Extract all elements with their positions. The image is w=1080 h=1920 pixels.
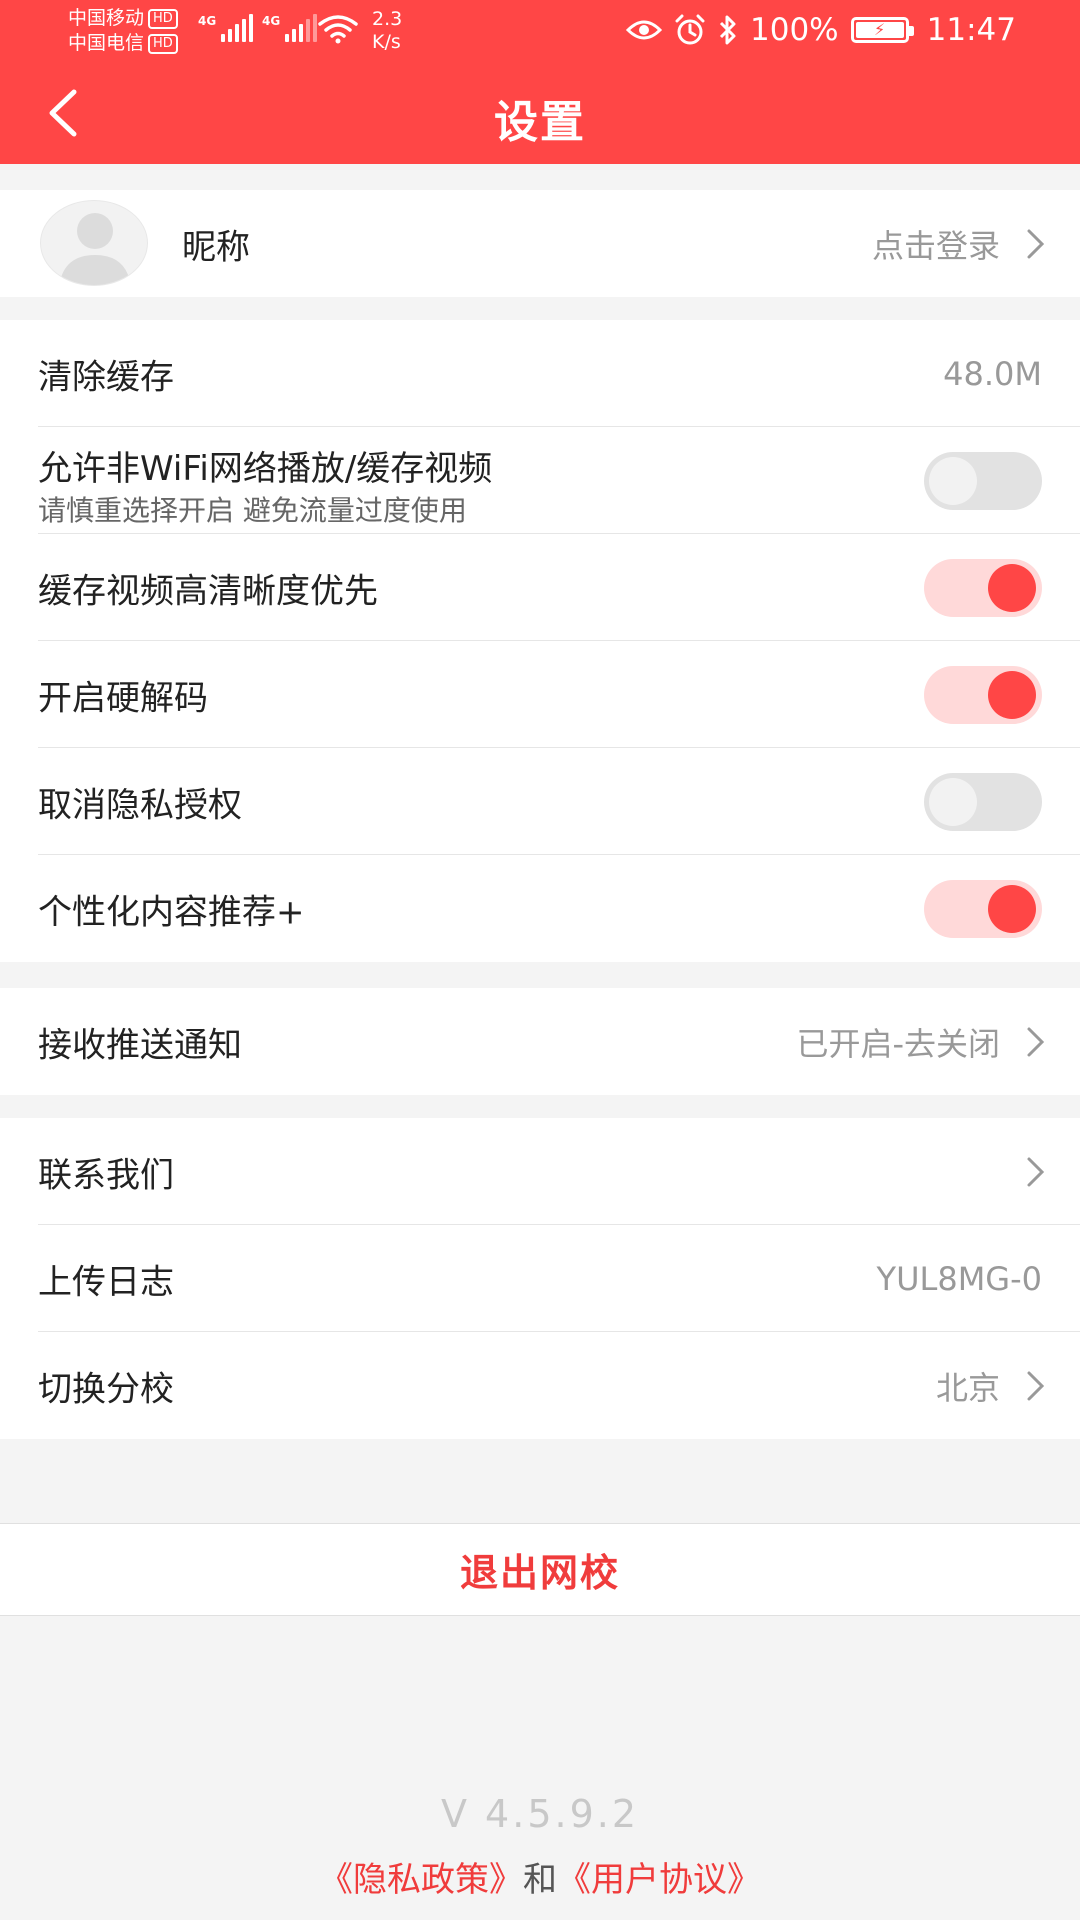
personal-toggle[interactable] — [924, 879, 1042, 938]
campus-value: 北京 — [935, 1368, 1000, 1407]
hd-first-label: 缓存视频高清晰度优先 — [38, 571, 378, 611]
bluetooth-icon — [719, 15, 736, 45]
upload-log-label: 上传日志 — [38, 1262, 174, 1302]
personal-label: 个性化内容推荐+ — [38, 892, 305, 932]
page-title: 设置 — [494, 97, 586, 148]
privacy-policy-link[interactable]: 《隐私政策》 — [319, 1860, 523, 1900]
top-bar: 中国移动 HD 中国电信 HD 4G 4G 2.3 K/s 100% ⚡ 11:… — [0, 0, 1080, 164]
battery-icon: ⚡ — [850, 17, 914, 43]
non-wifi-hint: 请慎重选择开启 避免流量过度使用 — [38, 494, 467, 527]
nickname: 昵称 — [182, 227, 250, 267]
alarm-icon — [675, 14, 705, 45]
settings-card: 清除缓存 48.0M 允许非WiFi网络播放/缓存视频 请慎重选择开启 避免流量… — [0, 320, 1080, 962]
privacy-row: 取消隐私授权 — [0, 748, 1080, 855]
carrier-2: 中国电信 — [68, 32, 145, 54]
non-wifi-row: 允许非WiFi网络播放/缓存视频 请慎重选择开启 避免流量过度使用 — [0, 427, 1080, 534]
hd-first-row: 缓存视频高清晰度优先 — [0, 534, 1080, 641]
chevron-right-icon — [1027, 229, 1045, 258]
upload-log-row[interactable]: 上传日志 YUL8MG-0 — [0, 1225, 1080, 1332]
push-status: 已开启-去关闭 — [796, 1024, 1000, 1063]
network-type-2: 4G — [262, 14, 281, 28]
hw-decode-row: 开启硬解码 — [0, 641, 1080, 748]
chevron-right-icon — [1027, 1157, 1045, 1186]
avatar[interactable] — [40, 200, 148, 286]
login-link[interactable]: 点击登录 — [872, 221, 1000, 267]
privacy-toggle[interactable] — [924, 772, 1042, 831]
eye-icon — [626, 20, 663, 40]
campus-row[interactable]: 切换分校 北京 — [0, 1332, 1080, 1439]
policy-links: 《隐私政策》和《用户协议》 — [0, 1852, 1080, 1901]
hw-decode-toggle[interactable] — [924, 665, 1042, 724]
battery-percent: 100% — [750, 12, 839, 48]
privacy-label: 取消隐私授权 — [38, 785, 242, 825]
hw-decode-label: 开启硬解码 — [38, 678, 208, 718]
cache-size: 48.0M — [943, 354, 1042, 393]
clear-cache-row[interactable]: 清除缓存 48.0M — [0, 320, 1080, 427]
log-id: YUL8MG-0 — [876, 1259, 1042, 1298]
network-speed: 2.3 K/s — [372, 8, 403, 53]
header: 设置 — [0, 60, 1080, 164]
push-row[interactable]: 接收推送通知 已开启-去关闭 — [0, 988, 1080, 1095]
carrier-1: 中国移动 — [68, 7, 145, 29]
hd-first-toggle[interactable] — [924, 558, 1042, 617]
chevron-right-icon — [1027, 1027, 1045, 1056]
more-card: 联系我们 上传日志 YUL8MG-0 切换分校 北京 — [0, 1118, 1080, 1439]
wifi-icon — [318, 15, 358, 44]
profile-card[interactable]: 昵称 点击登录 — [0, 190, 1080, 297]
hd-badge-1: HD — [148, 8, 178, 29]
default-avatar-icon — [59, 213, 131, 285]
clear-cache-label: 清除缓存 — [38, 357, 174, 397]
personal-row: 个性化内容推荐+ — [0, 855, 1080, 962]
app-version: V 4.5.9.2 — [440, 1792, 640, 1836]
non-wifi-label: 允许非WiFi网络播放/缓存视频 — [38, 449, 493, 489]
profile-row[interactable]: 昵称 点击登录 — [0, 190, 1080, 297]
logout-label: 退出网校 — [459, 1551, 620, 1595]
status-icons: 100% ⚡ 11:47 — [626, 12, 1016, 48]
clock: 11:47 — [926, 12, 1016, 48]
non-wifi-toggle[interactable] — [924, 451, 1042, 510]
signal-icon-2: 4G — [262, 14, 318, 42]
user-agreement-link[interactable]: 《用户协议》 — [557, 1860, 761, 1900]
hd-badge-2: HD — [148, 33, 178, 54]
carrier-info: 中国移动 HD 中国电信 HD — [68, 6, 178, 56]
push-card: 接收推送通知 已开启-去关闭 — [0, 988, 1080, 1095]
contact-label: 联系我们 — [38, 1155, 174, 1195]
and-text: 和 — [523, 1860, 557, 1900]
network-type-1: 4G — [198, 14, 217, 28]
status-bar: 中国移动 HD 中国电信 HD 4G 4G 2.3 K/s 100% ⚡ 11:… — [0, 0, 1080, 60]
campus-label: 切换分校 — [38, 1369, 174, 1409]
logout-button[interactable]: 退出网校 — [0, 1523, 1080, 1616]
signal-icon-1: 4G — [198, 14, 254, 42]
contact-row[interactable]: 联系我们 — [0, 1118, 1080, 1225]
chevron-right-icon — [1027, 1371, 1045, 1400]
push-label: 接收推送通知 — [38, 1025, 242, 1065]
